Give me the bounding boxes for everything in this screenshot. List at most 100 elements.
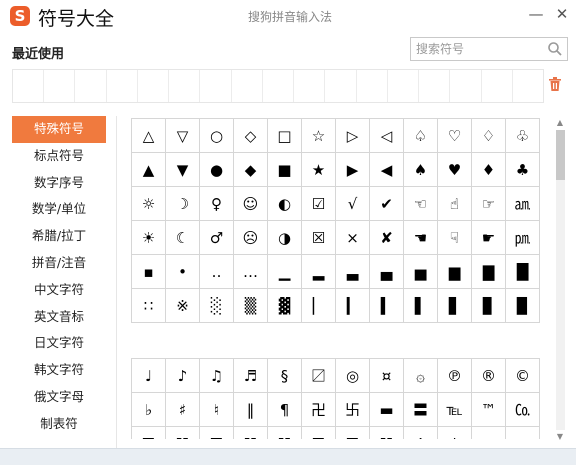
symbol-cell[interactable]: ♪ xyxy=(166,359,200,393)
symbol-cell[interactable]: × xyxy=(336,221,370,255)
symbol-cell[interactable]: ☹ xyxy=(234,221,268,255)
category-item[interactable]: 标点符号 xyxy=(12,143,106,170)
search-icon[interactable] xyxy=(547,41,563,57)
symbol-cell[interactable]: ▉ xyxy=(506,289,540,323)
symbol-cell[interactable]: ░ xyxy=(200,289,234,323)
symbol-cell[interactable]: ▏ xyxy=(302,289,336,323)
symbol-cell[interactable]: ▼ xyxy=(166,153,200,187)
symbol-cell[interactable]: ☰ xyxy=(132,427,166,439)
symbol-cell[interactable]: ™ xyxy=(472,393,506,427)
symbol-cell[interactable]: ☚ xyxy=(404,221,438,255)
symbol-cell[interactable]: ☲ xyxy=(200,427,234,439)
symbol-cell[interactable]: ♫ xyxy=(200,359,234,393)
symbol-cell[interactable]: ◇ xyxy=(234,119,268,153)
recent-symbol-slot[interactable] xyxy=(388,70,420,102)
symbol-cell[interactable]: ☷ xyxy=(166,427,200,439)
recent-symbol-slot[interactable] xyxy=(107,70,138,102)
symbol-cell[interactable]: ♧ xyxy=(506,119,540,153)
symbol-cell[interactable]: ☜ xyxy=(404,187,438,221)
symbol-cell[interactable]: ✘ xyxy=(370,221,404,255)
symbol-cell[interactable]: □ xyxy=(268,119,302,153)
symbol-cell[interactable]: ☑ xyxy=(302,187,336,221)
symbol-cell[interactable]: ☆ xyxy=(302,119,336,153)
symbol-cell[interactable]: ☒ xyxy=(302,221,336,255)
symbol-cell[interactable]: … xyxy=(234,255,268,289)
symbol-cell[interactable]: ◎ xyxy=(336,359,370,393)
recent-symbol-slot[interactable] xyxy=(357,70,388,102)
symbol-cell[interactable]: ▋ xyxy=(438,289,472,323)
symbol-cell[interactable]: ♀ xyxy=(200,187,234,221)
search-box[interactable] xyxy=(410,37,568,61)
category-item[interactable]: 数学/单位 xyxy=(12,196,106,223)
symbol-cell[interactable]: ← xyxy=(472,427,506,439)
scroll-down-arrow-icon[interactable]: ▼ xyxy=(554,432,566,442)
category-item[interactable]: 日文字符 xyxy=(12,330,106,357)
symbol-cell[interactable]: ☳ xyxy=(268,427,302,439)
symbol-cell[interactable]: ▅ xyxy=(404,255,438,289)
symbol-cell[interactable]: ♬ xyxy=(234,359,268,393)
symbol-cell[interactable]: ‥ xyxy=(200,255,234,289)
symbol-cell[interactable]: ◀ xyxy=(370,153,404,187)
recent-symbol-slot[interactable] xyxy=(325,70,357,102)
symbol-cell[interactable]: ☱ xyxy=(370,427,404,439)
category-item[interactable]: 英文音标 xyxy=(12,304,106,331)
symbol-cell[interactable]: ◑ xyxy=(268,221,302,255)
symbol-cell[interactable]: ◐ xyxy=(268,187,302,221)
recent-symbol-slot[interactable] xyxy=(419,70,451,102)
symbol-cell[interactable]: ㏂ xyxy=(506,187,540,221)
symbol-cell[interactable]: ▌ xyxy=(404,289,438,323)
symbol-cell[interactable]: ☴ xyxy=(302,427,336,439)
symbol-cell[interactable]: ♩ xyxy=(132,359,166,393)
symbol-cell[interactable]: ® xyxy=(472,359,506,393)
symbol-cell[interactable]: √ xyxy=(336,187,370,221)
symbol-cell[interactable]: ▽ xyxy=(166,119,200,153)
search-input[interactable] xyxy=(416,40,534,58)
symbol-cell[interactable]: ◆ xyxy=(234,153,268,187)
symbol-cell[interactable]: § xyxy=(268,359,302,393)
recent-symbol-slot[interactable] xyxy=(169,70,201,102)
symbol-cell[interactable]: ■ xyxy=(268,153,302,187)
symbol-cell[interactable]: ▁ xyxy=(268,255,302,289)
symbol-cell[interactable]: █ xyxy=(506,255,540,289)
symbol-cell[interactable]: • xyxy=(166,255,200,289)
category-item[interactable]: 希腊/拉丁 xyxy=(12,223,106,250)
category-item[interactable]: 制表符 xyxy=(12,411,106,438)
symbol-cell[interactable]: ♭ xyxy=(132,393,166,427)
symbol-cell[interactable]: ㏘ xyxy=(506,221,540,255)
symbol-cell[interactable]: ℡ xyxy=(438,393,472,427)
symbol-cell[interactable]: ۞ xyxy=(404,359,438,393)
symbol-cell[interactable]: ▶ xyxy=(336,153,370,187)
symbol-cell[interactable]: △ xyxy=(132,119,166,153)
symbol-cell[interactable]: ◁ xyxy=(370,119,404,153)
symbol-cell[interactable]: ● xyxy=(200,153,234,187)
category-item[interactable]: 中文字符 xyxy=(12,277,106,304)
symbol-cell[interactable]: ✔ xyxy=(370,187,404,221)
close-button[interactable]: ✕ xyxy=(552,4,572,24)
recent-symbol-slot[interactable] xyxy=(513,70,543,102)
category-item[interactable]: 俄文字母 xyxy=(12,384,106,411)
symbol-cell[interactable]: ☶ xyxy=(336,427,370,439)
symbol-cell[interactable]: ‖ xyxy=(234,393,268,427)
symbol-cell[interactable]: ♂ xyxy=(200,221,234,255)
symbol-cell[interactable]: ↓ xyxy=(438,427,472,439)
symbol-cell[interactable]: ☝ xyxy=(438,187,472,221)
symbol-cell[interactable]: ★ xyxy=(302,153,336,187)
symbol-cell[interactable]: ▎ xyxy=(336,289,370,323)
symbol-cell[interactable]: ▂ xyxy=(302,255,336,289)
symbol-cell[interactable]: ▬ xyxy=(370,393,404,427)
symbol-cell[interactable]: 〼 xyxy=(302,359,336,393)
symbol-cell[interactable]: ♤ xyxy=(404,119,438,153)
symbol-cell[interactable]: ※ xyxy=(166,289,200,323)
symbol-cell[interactable]: ¶ xyxy=(268,393,302,427)
symbol-cell[interactable]: ☾ xyxy=(166,221,200,255)
symbol-cell[interactable]: © xyxy=(506,359,540,393)
symbol-cell[interactable]: ☺ xyxy=(234,187,268,221)
scrollbar-thumb[interactable] xyxy=(556,130,565,180)
symbol-cell[interactable]: ▄ xyxy=(370,255,404,289)
symbol-cell[interactable]: ☟ xyxy=(438,221,472,255)
symbol-cell[interactable]: ♥ xyxy=(438,153,472,187)
recent-symbol-slot[interactable] xyxy=(263,70,295,102)
recent-symbol-slot[interactable] xyxy=(232,70,263,102)
symbol-cell[interactable]: ▒ xyxy=(234,289,268,323)
symbol-cell[interactable]: ♮ xyxy=(200,393,234,427)
